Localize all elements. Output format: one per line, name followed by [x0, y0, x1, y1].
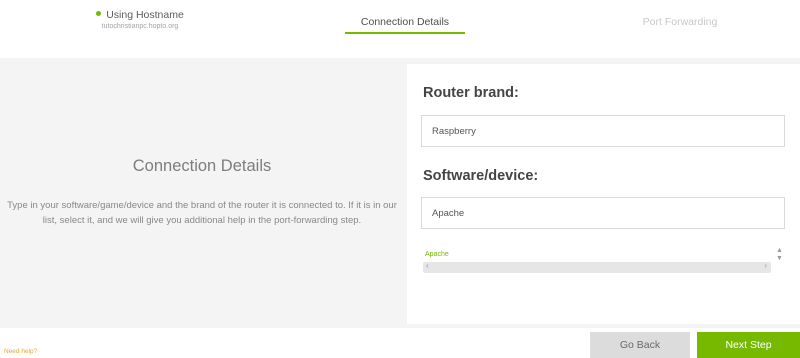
step-title: Connection Details [360, 16, 450, 28]
need-help-link[interactable]: Need help? [4, 348, 37, 355]
software-device-label: Software/device: [423, 168, 539, 184]
step-title: Port Forwarding [642, 16, 718, 28]
scroll-up-icon[interactable]: ▲ [776, 247, 783, 254]
router-brand-label: Router brand: [423, 85, 519, 101]
software-suggestions-list[interactable]: Apache ‹ › ▲ ▼ [421, 247, 785, 281]
next-step-button[interactable]: Next Step [697, 332, 800, 358]
step-complete-dot-icon [96, 11, 102, 16]
step-title: Using Hostname [106, 9, 184, 21]
scroll-right-icon[interactable]: › [764, 261, 767, 270]
main-content: Connection Details Type in your software… [0, 58, 800, 328]
step-connection-details[interactable]: Connection Details [330, 0, 480, 58]
scroll-left-icon[interactable]: ‹ [426, 261, 429, 270]
scroll-down-icon[interactable]: ▼ [776, 255, 783, 262]
suggestion-item[interactable]: Apache [425, 251, 449, 258]
step-subtitle: tutochristianpc.hopto.org [101, 23, 179, 30]
step-port-forwarding: Port Forwarding [600, 0, 760, 58]
go-back-button[interactable]: Go Back [590, 332, 690, 358]
wizard-steps: Using Hostname tutochristianpc.hopto.org… [0, 0, 800, 58]
info-panel: Connection Details Type in your software… [0, 66, 404, 320]
vertical-scrollbar[interactable]: ▲ ▼ [775, 247, 785, 269]
info-description: Type in your software/game/device and th… [7, 200, 397, 226]
wizard-footer: Need help? Go Back Next Step [0, 328, 800, 358]
router-brand-input[interactable] [421, 115, 785, 147]
software-device-input[interactable] [421, 197, 785, 229]
form-panel: Router brand: Software/device: Apache ‹ … [407, 64, 800, 324]
horizontal-scrollbar[interactable]: ‹ › [423, 261, 771, 273]
active-step-indicator [345, 32, 465, 34]
info-title: Connection Details [132, 157, 272, 175]
step-using-hostname[interactable]: Using Hostname tutochristianpc.hopto.org [40, 0, 240, 58]
